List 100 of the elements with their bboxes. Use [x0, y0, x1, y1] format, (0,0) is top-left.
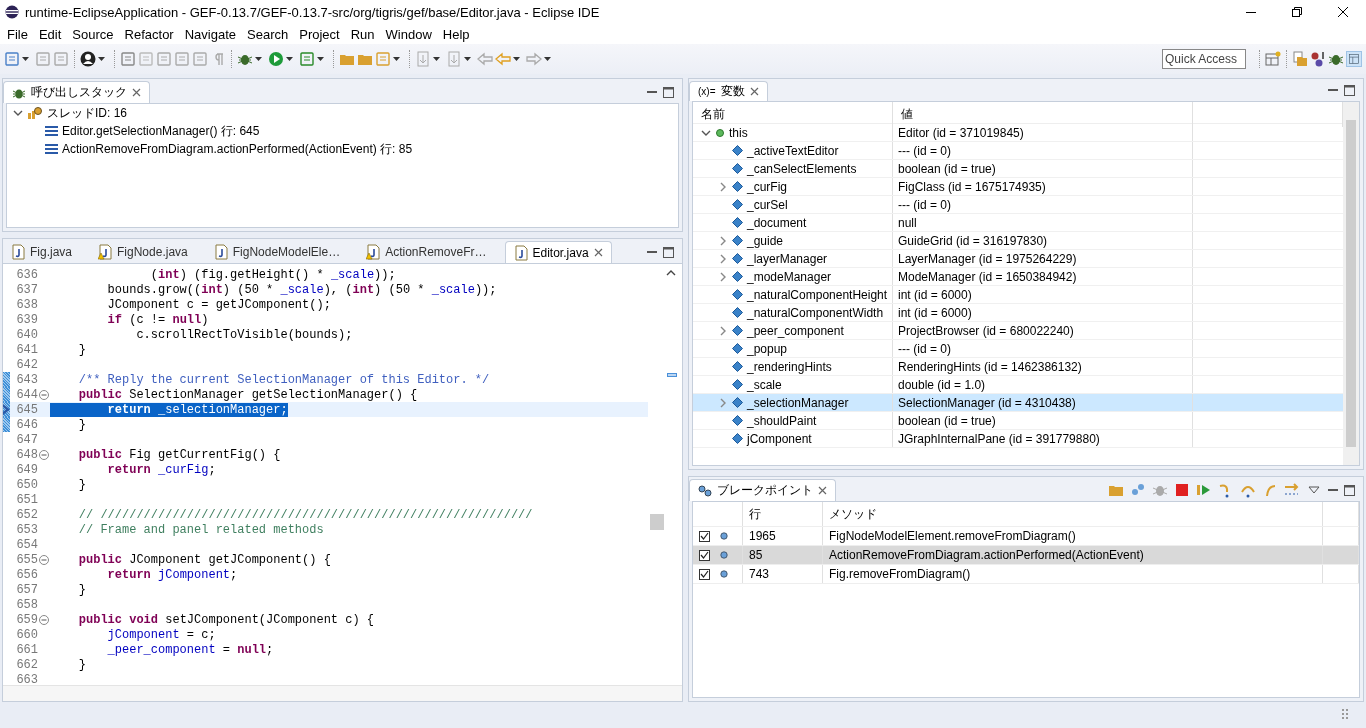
table-cell[interactable]: ActionRemoveFromDiagram.actionPerformed(ActionEvent)	[823, 546, 1323, 564]
dropdown-caret-icon[interactable]	[393, 57, 400, 61]
editor-tab[interactable]: ActionRemoveFr…	[358, 241, 505, 263]
code-line: c.scrollRectToVisible(bounds);	[135, 327, 353, 342]
variable-name[interactable]: _layerManager	[747, 251, 828, 266]
stack-frame[interactable]: ActionRemoveFromDiagram.actionPerformed(ActionEvent) 行: 85	[62, 140, 413, 158]
table-cell[interactable]: Fig.removeFromDiagram()	[823, 565, 1323, 583]
dropdown-caret-icon[interactable]	[544, 57, 551, 61]
variable-name[interactable]: _activeTextEditor	[747, 143, 839, 158]
column-header[interactable]: 行	[743, 502, 823, 526]
field-diamond-icon	[732, 253, 743, 264]
variable-name[interactable]: _canSelectElements	[747, 161, 857, 176]
variable-name[interactable]: _shouldPaint	[747, 413, 817, 428]
menu-item[interactable]: Window	[380, 26, 437, 42]
expand-chevron-icon[interactable]	[718, 325, 728, 336]
variable-name[interactable]: _selectionManager	[747, 395, 849, 410]
selected-row-highlight[interactable]: _selectionManager SelectionManager (id = 4310438)	[693, 394, 1343, 412]
table-cell[interactable]: FigNodeModelElement.removeFromDiagram()	[823, 527, 1323, 545]
variable-name[interactable]: _curFig	[747, 179, 787, 194]
variable-name[interactable]: _scale	[747, 377, 782, 392]
variable-name[interactable]: jComponent	[747, 431, 812, 446]
horizontal-scrollbar[interactable]	[3, 685, 682, 701]
expand-chevron-icon[interactable]	[718, 397, 728, 408]
run-icon[interactable]	[268, 51, 284, 67]
scroll-thumb[interactable]	[650, 514, 664, 530]
menu-item[interactable]: Navigate	[179, 26, 241, 42]
checkbox[interactable]	[699, 549, 710, 561]
variable-name[interactable]: _naturalComponentHeight	[747, 287, 888, 302]
variable-name[interactable]: _renderingHints	[747, 359, 832, 374]
menu-item[interactable]: Refactor	[119, 26, 179, 42]
maximize-icon[interactable]	[663, 246, 674, 258]
editor-tab[interactable]: Editor.java	[504, 241, 612, 263]
variable-name[interactable]: _document	[747, 215, 807, 230]
menu-item[interactable]: Edit	[33, 26, 67, 42]
editor-tab[interactable]: Fig.java	[3, 241, 91, 263]
variable-name[interactable]: _curSel	[747, 197, 788, 212]
collapse-chevron-icon[interactable]	[13, 108, 23, 118]
maximize-icon[interactable]	[663, 86, 674, 98]
dropdown-caret-icon[interactable]	[433, 57, 440, 61]
variable-name[interactable]: _popup	[747, 341, 788, 356]
fold-collapse-icon[interactable]	[39, 614, 49, 625]
scroll-up-icon[interactable]	[666, 268, 676, 278]
menu-item[interactable]: Project	[294, 26, 345, 42]
git-icon[interactable]	[1310, 51, 1326, 67]
field-dot-icon	[715, 127, 725, 138]
line-number: 644	[15, 387, 38, 402]
fold-collapse-icon[interactable]	[39, 554, 49, 565]
stop-icon[interactable]	[1174, 482, 1190, 498]
expand-chevron-icon[interactable]	[718, 253, 728, 264]
menu-item[interactable]: Search	[242, 26, 294, 42]
editor-tab[interactable]: FigNode.java	[90, 241, 206, 263]
fold-collapse-icon[interactable]	[39, 449, 49, 460]
selected-row-highlight[interactable]: 85 ActionRemoveFromDiagram.actionPerformed(ActionEvent)	[693, 546, 1359, 565]
view-tab[interactable]: ブレークポイント	[689, 479, 836, 501]
dropdown-caret-icon[interactable]	[98, 57, 105, 61]
variable-name[interactable]: this	[729, 125, 748, 140]
menu-item[interactable]: File	[2, 26, 33, 42]
checkbox[interactable]	[699, 530, 710, 542]
dropdown-caret-icon[interactable]	[255, 57, 262, 61]
column-header[interactable]: 名前	[693, 102, 893, 127]
java-perspective-icon[interactable]	[1346, 51, 1362, 67]
dropdown-caret-icon[interactable]	[22, 57, 29, 61]
editor-tab[interactable]: FigNodeModelEle…	[205, 241, 359, 263]
code-line: return jComponent;	[106, 567, 238, 582]
menu-item[interactable]: Help	[437, 26, 475, 42]
thread-label[interactable]: スレッドID: 16	[47, 104, 127, 122]
dropdown-caret-icon[interactable]	[513, 57, 520, 61]
person-icon[interactable]	[80, 51, 96, 67]
breakpoints-icon[interactable]	[1130, 482, 1146, 498]
expand-chevron-icon[interactable]	[718, 271, 728, 282]
view-tab[interactable]: (x)= 変数	[689, 81, 768, 101]
menu-item[interactable]: Run	[345, 26, 380, 42]
expand-chevron-icon[interactable]	[718, 181, 728, 192]
fold-collapse-icon[interactable]	[39, 389, 49, 400]
vertical-scrollbar[interactable]	[1343, 102, 1359, 465]
variable-name[interactable]: _peer_component	[747, 323, 844, 338]
column-header[interactable]: 値	[893, 102, 1193, 127]
dropdown-caret-icon[interactable]	[286, 57, 293, 61]
stack-frame[interactable]: Editor.getSelectionManager() 行: 645	[62, 122, 260, 140]
variable-name[interactable]: _naturalComponentWidth	[747, 305, 884, 320]
breakpoint-dot-icon	[720, 532, 728, 540]
restore-icon[interactable]	[1292, 7, 1302, 17]
dropdown-caret-icon[interactable]	[317, 57, 324, 61]
view-tab[interactable]: 呼び出しスタック	[3, 81, 150, 103]
close-icon[interactable]	[1338, 7, 1348, 17]
maximize-icon[interactable]	[1344, 84, 1355, 96]
expand-chevron-icon[interactable]	[718, 235, 728, 246]
drop-to-frame-icon[interactable]	[1284, 482, 1300, 498]
variable-name[interactable]: _modeManager	[747, 269, 832, 284]
maximize-icon[interactable]	[1344, 484, 1355, 496]
menu-item[interactable]: Source	[67, 26, 119, 42]
open-perspective-icon[interactable]	[1265, 51, 1281, 67]
code-line: jComponent = c;	[106, 627, 216, 642]
quick-access-field[interactable]: Quick Access	[1162, 49, 1246, 69]
breakpoint-dot-icon	[720, 570, 728, 578]
column-header[interactable]: メソッド	[823, 502, 1323, 526]
variable-name[interactable]: _guide	[747, 233, 784, 248]
checkbox[interactable]	[699, 568, 710, 580]
dropdown-caret-icon[interactable]	[464, 57, 471, 61]
resume-icon[interactable]	[1196, 482, 1212, 498]
